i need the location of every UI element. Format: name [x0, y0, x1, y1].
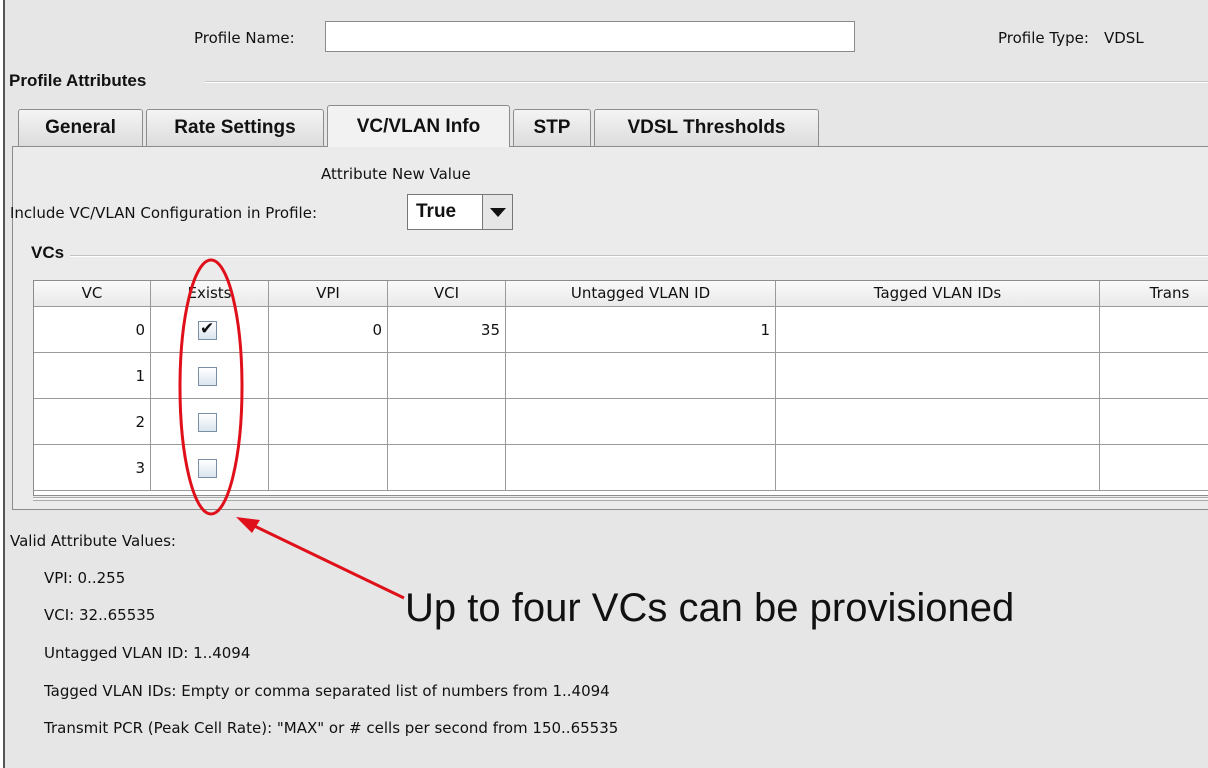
arrow-shaft — [245, 520, 405, 600]
highlight-ellipse — [178, 258, 244, 516]
tab-vc-vlan-info[interactable]: VC/VLAN Info — [327, 105, 510, 147]
arrow-head-icon — [236, 517, 260, 533]
annotation-text: Up to four VCs can be provisioned — [405, 586, 1015, 630]
annotation-overlay — [178, 258, 405, 600]
